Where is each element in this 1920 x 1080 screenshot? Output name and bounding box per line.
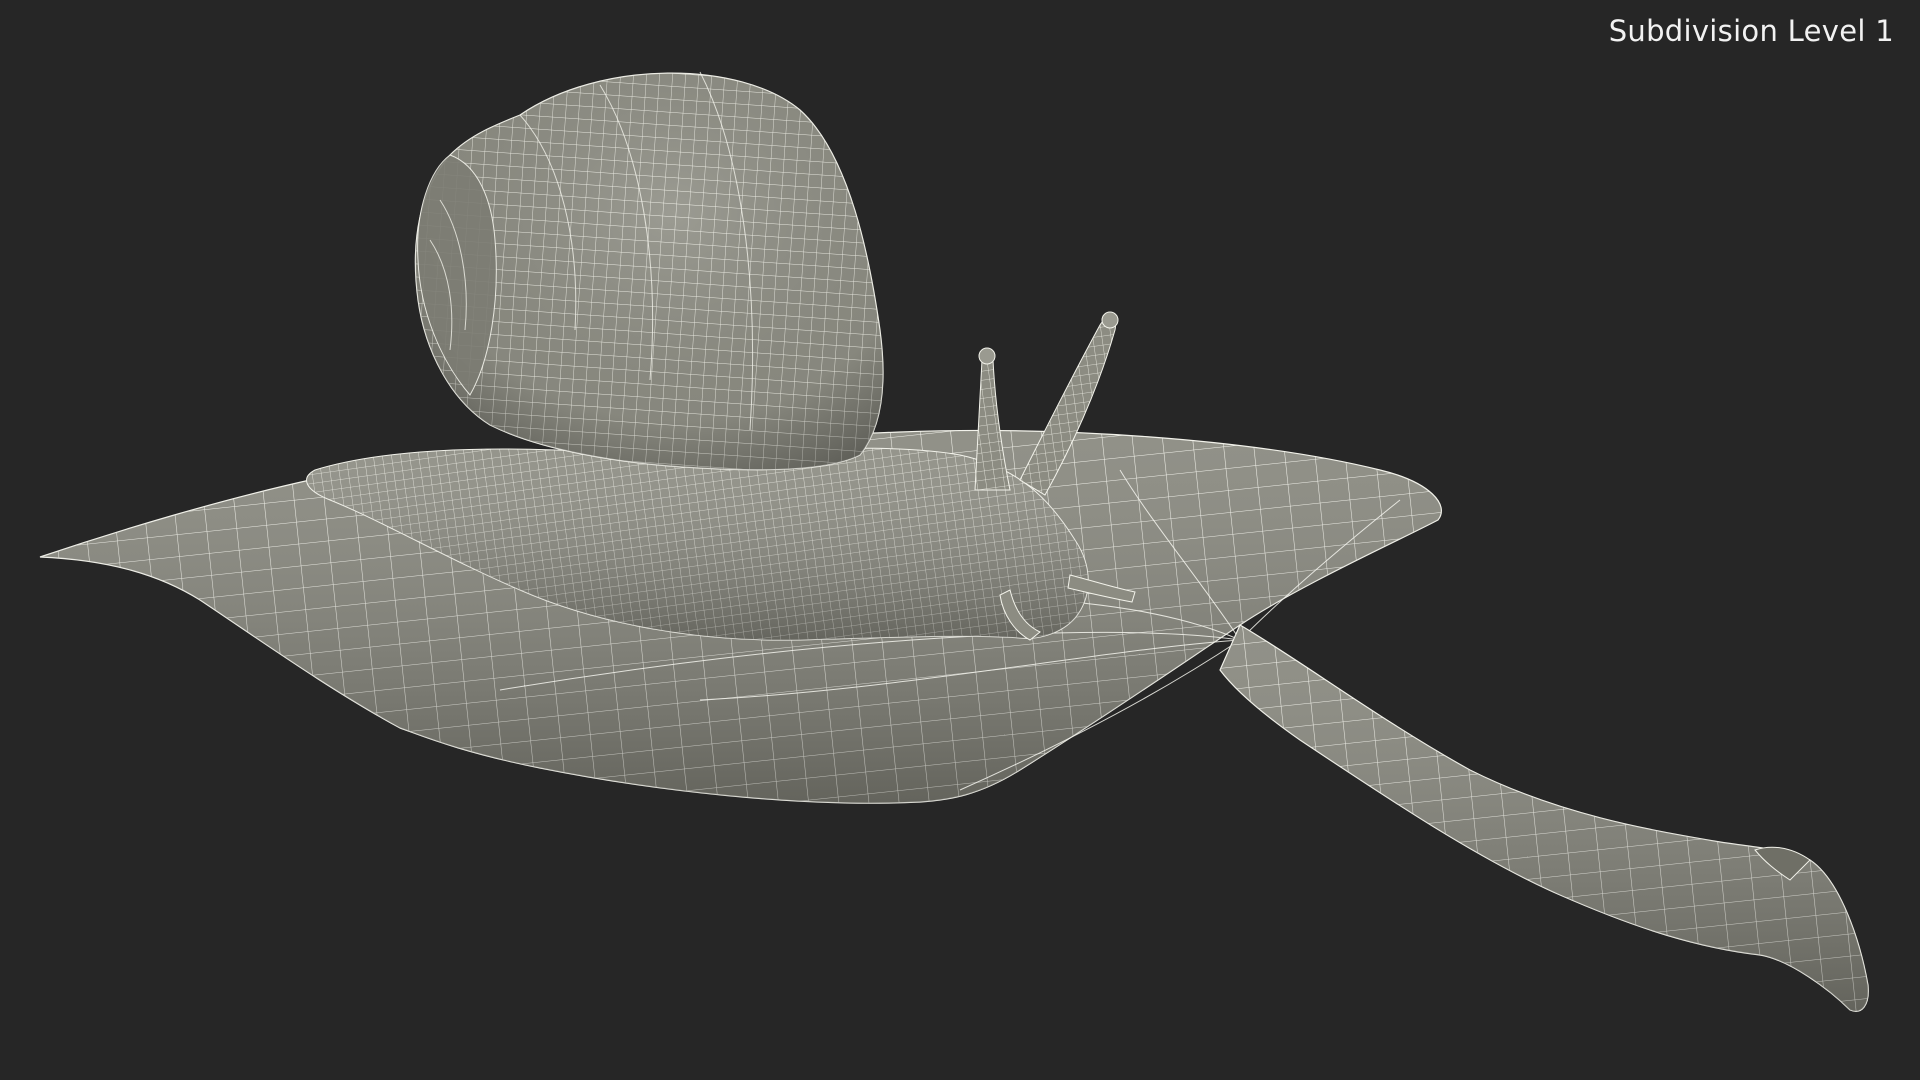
subdivision-level-label: Subdivision Level 1 — [1608, 14, 1894, 48]
wireframe-scene — [39, 71, 1869, 1012]
snail-shell-mesh — [414, 71, 884, 471]
render-viewport: Subdivision Level 1 — [0, 0, 1920, 1080]
eye-stalk-left — [974, 352, 1011, 491]
